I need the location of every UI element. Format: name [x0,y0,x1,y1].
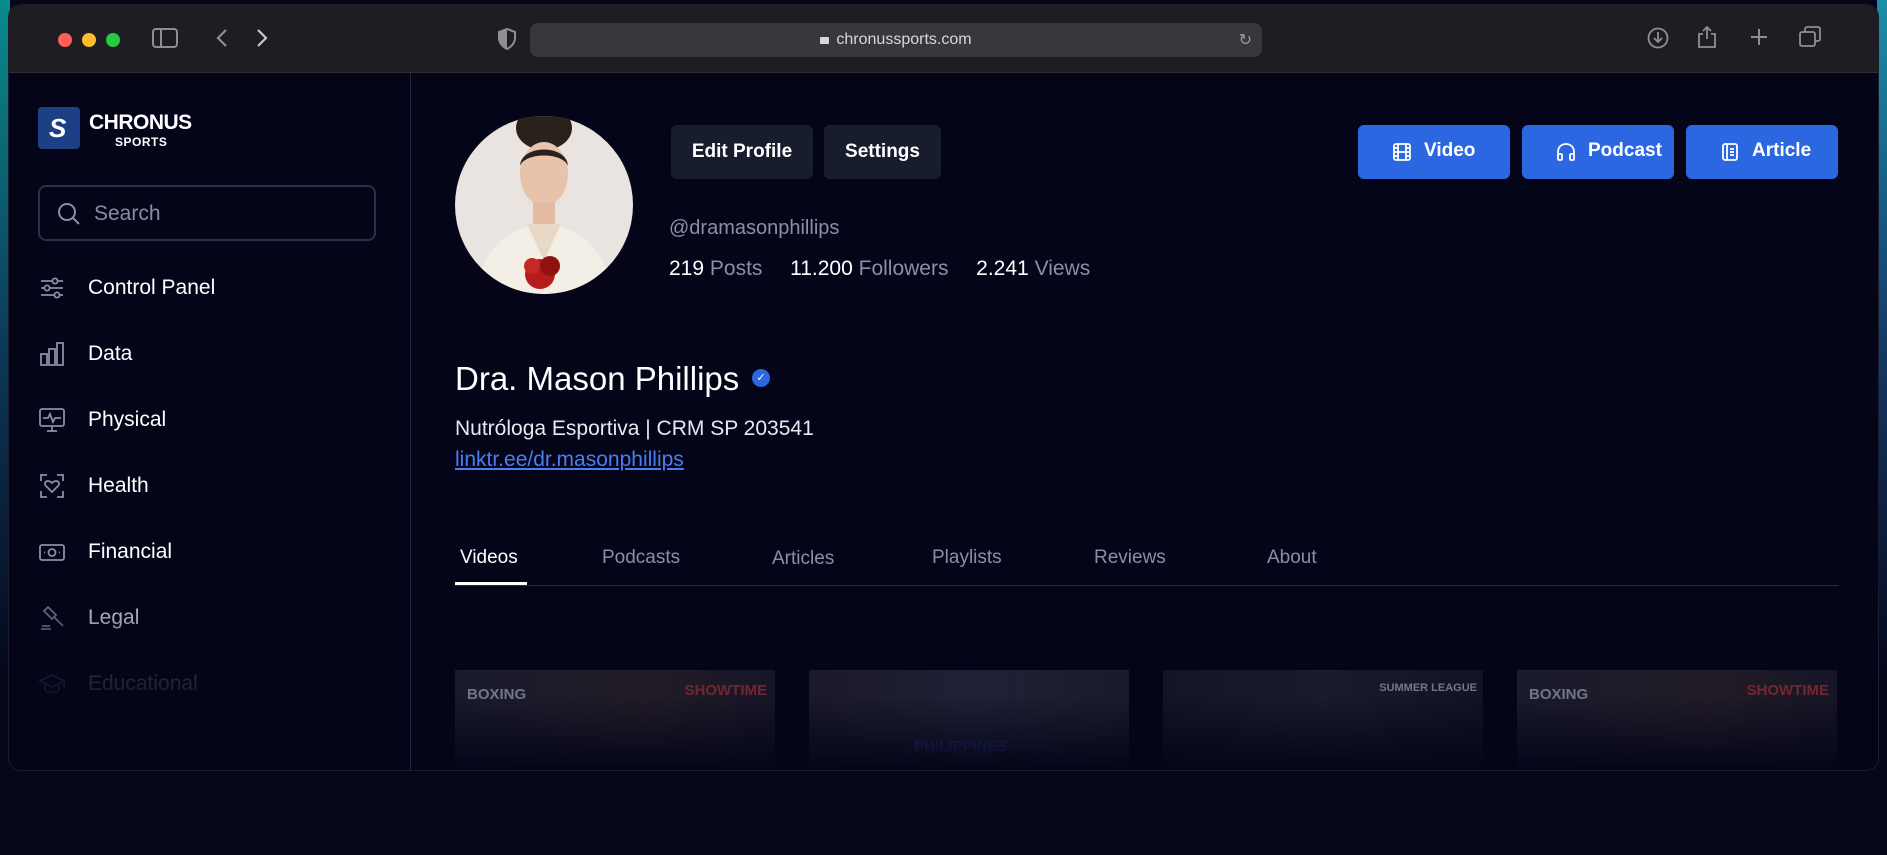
podcast-button[interactable]: Podcast [1522,125,1674,179]
brand-name: CHRONUS [89,111,192,134]
gavel-icon [38,604,66,632]
tab-articles[interactable]: Articles [772,548,834,570]
sidebar-item-physical[interactable]: Physical [38,400,378,440]
video-thumbnail[interactable]: BOXING SHOWTIME [455,670,775,770]
thumbnail-right-label: SHOWTIME [684,682,768,699]
thumbnail-right-label: SHOWTIME [1746,682,1830,699]
video-button[interactable]: Video [1358,125,1510,179]
sidebar-item-legal[interactable]: Legal [38,598,378,638]
sidebar-item-health[interactable]: Health [38,466,378,506]
profile-bio: Nutróloga Esportiva | CRM SP 203541 [455,417,814,440]
sidebar: S CHRONUS SPORTS Control Panel Data [9,73,411,770]
banknote-icon [38,538,66,566]
search-box [38,185,376,241]
headphones-icon [1556,142,1576,162]
lock-icon [820,37,830,44]
sidebar-item-label: Control Panel [88,276,216,299]
privacy-shield-icon[interactable] [498,27,516,54]
sidebar-item-label: Educational [88,672,198,695]
forward-icon[interactable] [255,27,269,53]
browser-toolbar: chronussports.com ↻ [9,5,1878,73]
video-thumbnail[interactable]: PHILIPPINES [809,670,1129,770]
tab-videos[interactable]: Videos [460,547,518,569]
active-tab-indicator [455,582,527,585]
sidebar-item-educational[interactable]: Educational [37,664,378,704]
heart-scan-icon [38,472,66,500]
avatar[interactable] [455,116,633,294]
address-bar[interactable]: chronussports.com ↻ [530,23,1262,57]
brand-subname: SPORTS [115,135,168,149]
sidebar-item-label: Health [88,474,149,497]
logo-letter: S [49,113,67,143]
thumbnail-left-label: BOXING [1529,686,1589,703]
thumbnail-left-label: BOXING [467,686,527,703]
back-icon[interactable] [215,27,229,53]
views-count: 2.241 [976,257,1029,280]
article-icon [1720,142,1740,162]
posts-count: 219 [669,257,705,280]
podcast-button-label: Podcast [1588,140,1662,161]
video-thumbnail[interactable]: SUMMER LEAGUE [1163,670,1483,770]
sidebar-item-label: Contact & Address [88,738,262,761]
new-tab-icon[interactable] [1749,27,1769,51]
brand-logo[interactable]: S [38,107,80,149]
profile-name: Dra. Mason Phillips [455,360,740,397]
sidebar-item-control-panel[interactable]: Control Panel [38,268,378,308]
settings-button[interactable]: Settings [824,125,941,179]
sidebar-toggle-icon[interactable] [152,27,178,53]
posts-label: Posts [709,257,763,280]
reload-icon[interactable]: ↻ [1239,30,1252,50]
tab-podcasts[interactable]: Podcasts [602,547,680,569]
profile-handle: @dramasonphillips [669,217,840,239]
sidebar-item-label: Physical [88,408,167,431]
followers-count: 11.200 [790,257,853,280]
graduation-cap-icon [37,670,67,698]
tab-overview-icon[interactable] [1799,26,1821,52]
downloads-icon[interactable] [1647,27,1669,53]
right-edge-glow [1877,0,1887,855]
sliders-icon [38,274,66,302]
sidebar-item-contact-address[interactable]: Contact & Address [38,730,378,770]
sidebar-item-data[interactable]: Data [38,334,378,374]
minimize-window-button[interactable] [82,33,96,47]
share-icon[interactable] [1697,25,1717,53]
video-thumbnail[interactable]: BOXING SHOWTIME [1517,670,1837,770]
thumbnail-right-label: SUMMER LEAGUE [1379,682,1477,694]
followers-label: Followers [858,257,949,280]
sidebar-item-label: Legal [88,606,140,629]
sidebar-item-financial[interactable]: Financial [38,532,378,572]
profile-tabs: Videos Podcasts Articles Playlists Revie… [455,533,1839,586]
video-button-label: Video [1424,140,1476,161]
browser-window: chronussports.com ↻ S CHRONUS SPORTS Sea… [9,5,1878,770]
profile-stats: 219 Posts 11.200 Followers 2.241 Views [669,257,1090,281]
article-button[interactable]: Article [1686,125,1838,179]
search-input[interactable] [92,200,366,228]
search-icon [57,202,81,231]
bar-chart-icon [38,340,66,368]
zoom-window-button[interactable] [106,33,120,47]
monitor-pulse-icon [38,406,66,434]
sidebar-item-label: Financial [88,540,173,563]
url-text: chronussports.com [836,31,972,48]
tab-reviews[interactable]: Reviews [1094,547,1166,569]
verified-badge-icon: ✓ [752,369,770,387]
profile-link[interactable]: linktr.ee/dr.masonphillips [455,448,684,472]
close-window-button[interactable] [58,33,72,47]
thumbnail-left-label: PHILIPPINES [914,738,1008,755]
article-button-label: Article [1752,140,1812,161]
tab-playlists[interactable]: Playlists [932,547,1002,569]
edit-profile-button[interactable]: Edit Profile [671,125,813,179]
tab-about[interactable]: About [1267,547,1317,569]
location-icon [38,736,66,764]
film-icon [1392,142,1412,162]
views-label: Views [1034,257,1091,280]
sidebar-item-label: Data [88,342,133,365]
